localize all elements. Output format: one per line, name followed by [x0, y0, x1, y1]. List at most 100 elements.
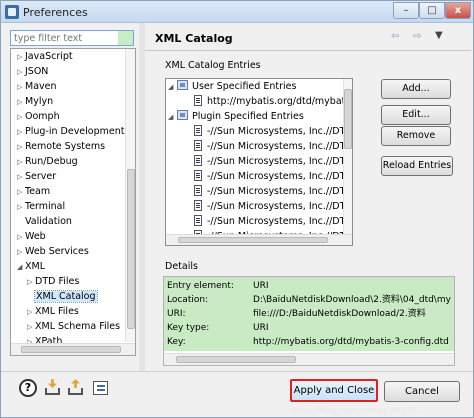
- tree-item[interactable]: ▷ JSON: [17, 65, 48, 79]
- edit-button[interactable]: Edit...: [381, 105, 451, 125]
- catalog-horizontal-scrollbar[interactable]: [166, 234, 352, 245]
- twisty-icon[interactable]: ▷: [17, 50, 25, 64]
- catalog-group[interactable]: ◢ User Specified Entries: [168, 80, 296, 94]
- twisty-icon[interactable]: ▷: [17, 230, 25, 244]
- catalog-scroll-thumb[interactable]: [344, 89, 352, 149]
- twisty-icon[interactable]: ◢: [17, 260, 25, 274]
- import-icon[interactable]: [44, 379, 62, 397]
- twisty-icon[interactable]: ▷: [27, 320, 35, 334]
- twisty-icon[interactable]: ▷: [17, 155, 25, 169]
- tree-hscroll-thumb[interactable]: [21, 346, 121, 353]
- tree-item[interactable]: XML Catalog: [27, 290, 98, 304]
- details-value: URI: [253, 323, 269, 333]
- details-value: URI: [253, 281, 269, 291]
- apply-and-close-button[interactable]: Apply and Close: [290, 379, 378, 402]
- tree-item[interactable]: ▷ Oomph: [17, 110, 60, 124]
- catalog-entry[interactable]: -//Sun Microsystems, Inc.//DTD Fa: [194, 170, 352, 184]
- catalog-vertical-scrollbar[interactable]: [343, 79, 352, 235]
- filter-clear-icon[interactable]: [118, 31, 133, 45]
- window-title: Preferences: [23, 6, 88, 19]
- tree-horizontal-scrollbar[interactable]: [11, 343, 135, 355]
- tree-item[interactable]: ▷ Terminal: [17, 200, 65, 214]
- twisty-icon[interactable]: ▷: [17, 170, 25, 184]
- twisty-icon[interactable]: ▷: [17, 140, 25, 154]
- tree-vertical-scrollbar[interactable]: [125, 49, 135, 342]
- details-row: Key type: URI: [167, 322, 453, 334]
- twisty-icon[interactable]: ▷: [17, 125, 25, 139]
- minimize-button[interactable]: –: [393, 2, 419, 19]
- details-value: file:///D:/BaiduNetdiskDownload/2.资料: [253, 309, 426, 319]
- catalog-entry[interactable]: -//Sun Microsystems, Inc.//DTD En: [194, 155, 352, 169]
- tree-item-label: XML Files: [35, 306, 79, 317]
- document-icon: [194, 185, 202, 196]
- document-icon: [194, 140, 202, 151]
- tree-item[interactable]: ▷ Web Services: [17, 245, 89, 259]
- catalog-entry[interactable]: -//Sun Microsystems, Inc.//DTD J2I: [194, 215, 353, 229]
- details-horizontal-scrollbar[interactable]: [164, 353, 454, 365]
- details-key: Location:: [167, 295, 209, 305]
- cancel-button[interactable]: Cancel: [384, 381, 460, 402]
- tree-item[interactable]: ▷ Run/Debug: [17, 155, 78, 169]
- tree-item[interactable]: ▷ Remote Systems: [17, 140, 105, 154]
- help-icon[interactable]: ?: [19, 379, 37, 397]
- twisty-icon[interactable]: ▷: [27, 305, 35, 319]
- tree-item[interactable]: ▷ XML Files: [27, 305, 79, 319]
- catalog-entry-label: -//Sun Microsystems, Inc.//DTD Fa: [207, 201, 353, 212]
- catalog-entry-label: http://mybatis.org/dtd/mybatis-3-c: [207, 96, 352, 107]
- tree-item[interactable]: ◢ XML: [17, 260, 45, 274]
- tree-item[interactable]: ▷ JavaScript: [17, 50, 73, 64]
- details-panel: Entry element: URI Location: D:\BaiduNetdis…: [163, 276, 455, 366]
- twisty-icon[interactable]: ▷: [17, 95, 25, 109]
- twisty-icon[interactable]: ▷: [17, 65, 25, 79]
- details-label: Details: [165, 261, 198, 272]
- tree-item-label: Validation: [25, 216, 72, 227]
- view-menu-icon[interactable]: ▼: [435, 30, 443, 41]
- tree-item[interactable]: ▷ Maven: [17, 80, 57, 94]
- page-panel: XML Catalog ⇦ ⇨ ▼ XML Catalog Entries ◢ U…: [145, 23, 471, 371]
- tree-item[interactable]: ▷ Team: [17, 185, 50, 199]
- tree-item[interactable]: ▷ Server: [17, 170, 56, 184]
- tree-item-label: Team: [25, 186, 51, 197]
- tree-item[interactable]: ▷ Plug-in Development: [17, 125, 124, 139]
- twisty-icon[interactable]: ◢: [168, 80, 177, 94]
- tree-item-label: Web: [25, 231, 46, 242]
- preferences-icon[interactable]: [92, 379, 110, 397]
- tree-item[interactable]: ▷ Mylyn: [17, 95, 53, 109]
- catalog-entry[interactable]: -//Sun Microsystems, Inc.//DTD Fa: [194, 185, 352, 199]
- reload-entries-button[interactable]: Reload Entries: [381, 156, 453, 176]
- catalog-group[interactable]: ◢ Plugin Specified Entries: [168, 110, 304, 124]
- export-icon[interactable]: [67, 379, 85, 397]
- tree-item-label: XML Schema Files: [35, 321, 121, 332]
- tree-item[interactable]: ▷ XML Schema Files: [27, 320, 120, 334]
- catalog-entry[interactable]: -//Sun Microsystems, Inc.//DTD Fa: [194, 200, 353, 214]
- twisty-icon[interactable]: ▷: [27, 275, 35, 289]
- tree-item[interactable]: ▷ DTD Files: [27, 275, 79, 289]
- catalog-entry[interactable]: -//Sun Microsystems, Inc.//DTD Cc: [194, 125, 352, 139]
- remove-button[interactable]: Remove: [381, 126, 451, 146]
- catalog-entry[interactable]: -//Sun Microsystems, Inc.//DTD En: [194, 140, 352, 154]
- tree-item[interactable]: Validation: [17, 215, 72, 229]
- catalog-hscroll-thumb[interactable]: [178, 237, 328, 243]
- back-arrow-icon[interactable]: ⇦: [391, 31, 399, 42]
- twisty-icon[interactable]: ▷: [17, 80, 25, 94]
- forward-arrow-icon[interactable]: ⇨: [413, 31, 421, 42]
- tree-item-label: XML Catalog: [34, 290, 98, 303]
- filter-input[interactable]: [10, 30, 134, 46]
- catalog-entry[interactable]: http://mybatis.org/dtd/mybatis-3-c: [194, 95, 352, 109]
- details-hscroll-thumb[interactable]: [176, 356, 296, 363]
- twisty-icon[interactable]: ▷: [17, 185, 25, 199]
- twisty-icon[interactable]: ▷: [17, 245, 25, 259]
- tree-scroll-thumb[interactable]: [127, 169, 135, 329]
- tree-item-label: Web Services: [25, 246, 89, 257]
- close-button[interactable]: x: [445, 2, 471, 19]
- tree-item[interactable]: ▷ Web: [17, 230, 46, 244]
- details-key: URI:: [167, 309, 186, 319]
- document-icon: [194, 95, 202, 106]
- twisty-icon[interactable]: ▷: [17, 110, 25, 124]
- add-button[interactable]: Add...: [381, 79, 451, 99]
- maximize-button[interactable]: □: [419, 2, 445, 19]
- catalog-entry-label: -//Sun Microsystems, Inc.//DTD J2I: [207, 216, 353, 227]
- twisty-icon[interactable]: ▷: [17, 200, 25, 214]
- document-icon: [194, 125, 202, 136]
- twisty-icon[interactable]: ◢: [168, 110, 177, 124]
